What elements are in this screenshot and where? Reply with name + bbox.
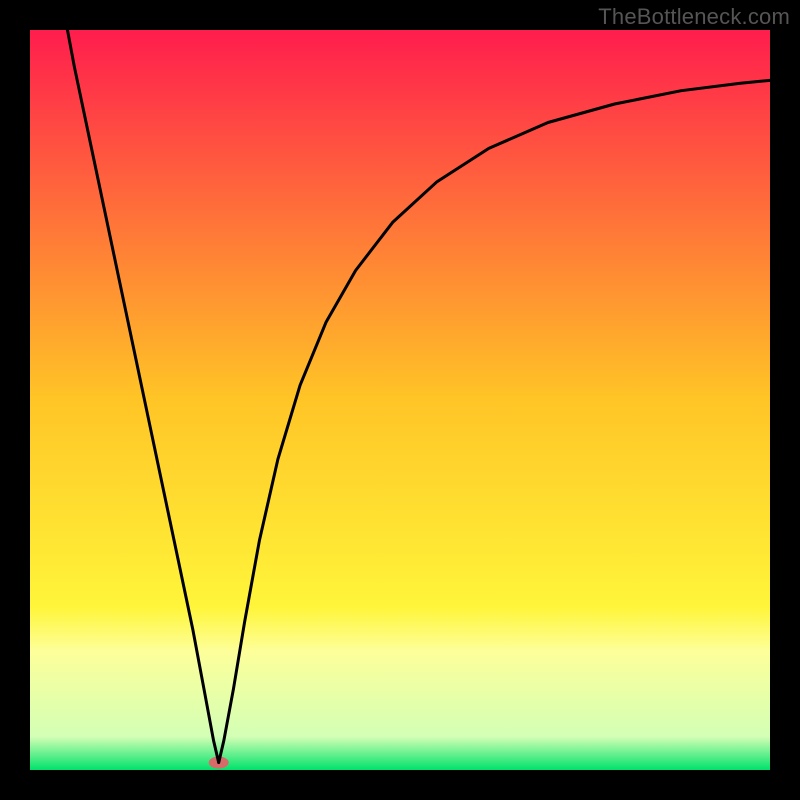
chart-svg [30, 30, 770, 770]
watermark-text: TheBottleneck.com [598, 4, 790, 30]
gradient-background [30, 30, 770, 770]
plot-area [30, 30, 770, 770]
chart-frame: TheBottleneck.com [0, 0, 800, 800]
